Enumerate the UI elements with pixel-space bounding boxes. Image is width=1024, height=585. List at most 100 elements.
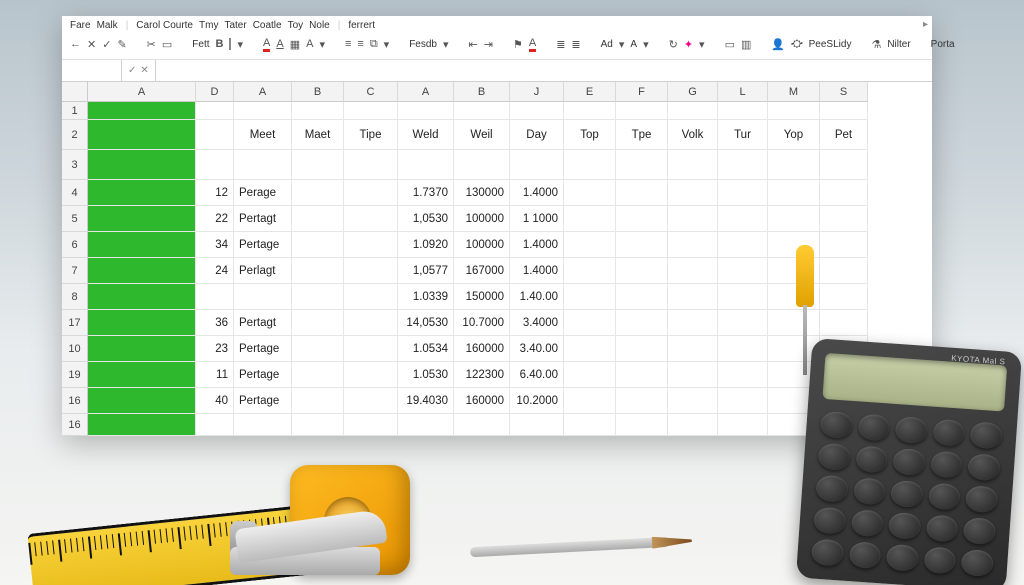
cell[interactable] [234, 284, 292, 310]
fx-check-icon[interactable]: ✓ [128, 65, 136, 76]
cell[interactable] [88, 120, 196, 150]
cell[interactable] [454, 102, 510, 120]
menu-tmy[interactable]: Tmy [199, 20, 218, 31]
col-header-A[interactable]: A [234, 82, 292, 102]
cell[interactable] [344, 336, 398, 362]
cell[interactable]: Meet [234, 120, 292, 150]
cell[interactable] [292, 258, 344, 284]
cell[interactable] [820, 206, 868, 232]
cell[interactable]: 100000 [454, 206, 510, 232]
cell[interactable] [344, 414, 398, 436]
cell[interactable]: Maet [292, 120, 344, 150]
cell[interactable] [616, 414, 668, 436]
cell[interactable] [616, 102, 668, 120]
cell[interactable] [820, 258, 868, 284]
cell[interactable] [88, 102, 196, 120]
col-header-L[interactable]: L [718, 82, 768, 102]
border-icon[interactable]: ▦ [290, 36, 300, 52]
cell[interactable]: 10.7000 [454, 310, 510, 336]
cell[interactable] [718, 388, 768, 414]
cell[interactable] [718, 310, 768, 336]
cell[interactable]: Tipe [344, 120, 398, 150]
cell[interactable] [292, 206, 344, 232]
cell[interactable] [196, 414, 234, 436]
row-header[interactable]: 16 [62, 414, 88, 436]
insert-icon[interactable]: ▭ [725, 36, 735, 52]
cell[interactable] [564, 232, 616, 258]
cell[interactable] [564, 284, 616, 310]
cell[interactable]: Pertage [234, 336, 292, 362]
row-header[interactable]: 4 [62, 180, 88, 206]
cell[interactable]: Day [510, 120, 564, 150]
col-header-E[interactable]: E [564, 82, 616, 102]
cell[interactable]: Yop [768, 120, 820, 150]
formula-input[interactable] [156, 60, 932, 81]
cell[interactable] [564, 336, 616, 362]
cell[interactable] [292, 232, 344, 258]
col-header-F[interactable]: F [616, 82, 668, 102]
dropdown-icon[interactable]: ▾ [237, 36, 243, 52]
row-header[interactable]: 2 [62, 120, 88, 150]
cell[interactable]: Tpe [616, 120, 668, 150]
cell[interactable]: 6.40.00 [510, 362, 564, 388]
cell[interactable] [292, 284, 344, 310]
cell[interactable] [344, 150, 398, 180]
cell[interactable]: 1.40.00 [510, 284, 564, 310]
cell[interactable] [668, 180, 718, 206]
row-header[interactable]: 10 [62, 336, 88, 362]
col-header-A[interactable]: A [398, 82, 454, 102]
cell[interactable] [616, 362, 668, 388]
cell[interactable] [344, 388, 398, 414]
cell[interactable] [344, 310, 398, 336]
cell[interactable] [344, 102, 398, 120]
cell[interactable] [564, 388, 616, 414]
cell[interactable] [234, 150, 292, 180]
cell[interactable] [88, 388, 196, 414]
align-center-icon[interactable]: ≡ [357, 36, 363, 52]
cell[interactable]: 22 [196, 206, 234, 232]
cell[interactable]: 160000 [454, 388, 510, 414]
cell[interactable]: 1,0530 [398, 206, 454, 232]
cell[interactable] [292, 310, 344, 336]
cell[interactable]: 3.40.00 [510, 336, 564, 362]
flag-icon[interactable]: ⚑ [513, 36, 523, 52]
cell[interactable]: 40 [196, 388, 234, 414]
person-icon[interactable]: 👤 [771, 36, 785, 52]
scissors-icon[interactable]: ✂ [147, 36, 156, 52]
cell[interactable] [668, 362, 718, 388]
cell[interactable]: 11 [196, 362, 234, 388]
cell[interactable] [564, 150, 616, 180]
cell[interactable] [564, 206, 616, 232]
cell[interactable] [196, 102, 234, 120]
cell[interactable]: 10.2000 [510, 388, 564, 414]
cell[interactable]: 1 1000 [510, 206, 564, 232]
cell[interactable]: 1.0339 [398, 284, 454, 310]
cell[interactable]: 1.4000 [510, 258, 564, 284]
refresh-icon[interactable]: ↻ [669, 36, 678, 52]
cell[interactable] [718, 414, 768, 436]
scroll-right-icon[interactable]: ▸ [923, 19, 928, 30]
row-header[interactable]: 6 [62, 232, 88, 258]
col-header-S[interactable]: S [820, 82, 868, 102]
cell[interactable]: Pertage [234, 362, 292, 388]
cell[interactable]: 36 [196, 310, 234, 336]
cell[interactable] [616, 150, 668, 180]
cell[interactable] [718, 206, 768, 232]
arrow-left-icon[interactable]: ← [70, 36, 81, 52]
dropdown-icon[interactable]: ▾ [699, 36, 705, 52]
cell[interactable] [668, 310, 718, 336]
cell[interactable] [88, 150, 196, 180]
cell[interactable] [88, 284, 196, 310]
col-header-J[interactable]: J [510, 82, 564, 102]
cell[interactable] [668, 206, 718, 232]
cell[interactable] [668, 284, 718, 310]
cell[interactable] [88, 206, 196, 232]
cell[interactable] [564, 180, 616, 206]
cell[interactable] [454, 414, 510, 436]
row-header[interactable]: 3 [62, 150, 88, 180]
cell[interactable] [820, 180, 868, 206]
cell[interactable]: Pertage [234, 232, 292, 258]
cell[interactable] [718, 180, 768, 206]
cell[interactable]: 100000 [454, 232, 510, 258]
cell[interactable]: 130000 [454, 180, 510, 206]
